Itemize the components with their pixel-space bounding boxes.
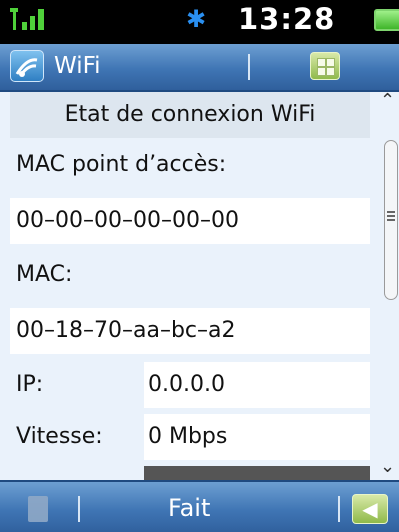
- ap-mac-label: MAC point d’accès:: [16, 152, 227, 177]
- softkey-divider: [78, 496, 80, 522]
- battery-icon: [374, 9, 399, 31]
- title-bar: WiFi: [0, 44, 399, 92]
- speed-value: 0 Mbps: [144, 414, 370, 460]
- softkey-divider: [338, 496, 340, 522]
- wifi-app-icon: [10, 50, 44, 82]
- page-title: WiFi: [54, 53, 101, 79]
- scroll-up-icon[interactable]: ⌃: [380, 90, 395, 111]
- signal-bars-icon: [10, 8, 44, 30]
- ip-value: 0.0.0.0: [144, 362, 370, 408]
- bottom-softkey-bar: Fait ◀: [0, 480, 399, 532]
- list-item[interactable]: MAC point d’accès:: [10, 142, 370, 188]
- grid-menu-icon[interactable]: [310, 52, 340, 80]
- speed-label: Vitesse:: [16, 424, 103, 449]
- mac-value: 00–18–70–aa–bc–a2: [16, 318, 236, 343]
- list-item[interactable]: IP: 0.0.0.0: [10, 362, 370, 408]
- options-icon[interactable]: [28, 496, 48, 522]
- list-item[interactable]: 00–18–70–aa–bc–a2: [10, 308, 370, 354]
- back-arrow-icon[interactable]: ◀: [352, 494, 388, 524]
- clock: 13:28: [238, 2, 336, 36]
- title-divider: [248, 54, 250, 80]
- list-item[interactable]: 00–00–00–00–00–00: [10, 198, 370, 244]
- scrollbar[interactable]: [384, 140, 398, 300]
- bluetooth-icon: ✱: [186, 5, 207, 33]
- done-button[interactable]: Fait: [168, 490, 210, 526]
- list-item[interactable]: MAC:: [10, 252, 370, 298]
- wifi-status-screen: ✱ 13:28 WiFi Etat de connexion WiFi MAC …: [0, 0, 399, 532]
- section-header: Etat de connexion WiFi: [10, 92, 370, 138]
- mac-label: MAC:: [16, 262, 73, 287]
- connection-info-list: Etat de connexion WiFi MAC point d’accès…: [0, 92, 372, 480]
- scroll-grip-icon[interactable]: [387, 211, 395, 223]
- partial-value: [144, 466, 370, 480]
- ip-label: IP:: [16, 372, 44, 397]
- status-bar: ✱ 13:28: [0, 0, 399, 44]
- list-item[interactable]: Vitesse: 0 Mbps: [10, 414, 370, 460]
- section-header-label: Etat de connexion WiFi: [64, 102, 316, 127]
- ap-mac-value: 00–00–00–00–00–00: [16, 208, 239, 233]
- scroll-down-icon[interactable]: ⌄: [380, 456, 395, 477]
- list-item-partial[interactable]: [10, 466, 370, 480]
